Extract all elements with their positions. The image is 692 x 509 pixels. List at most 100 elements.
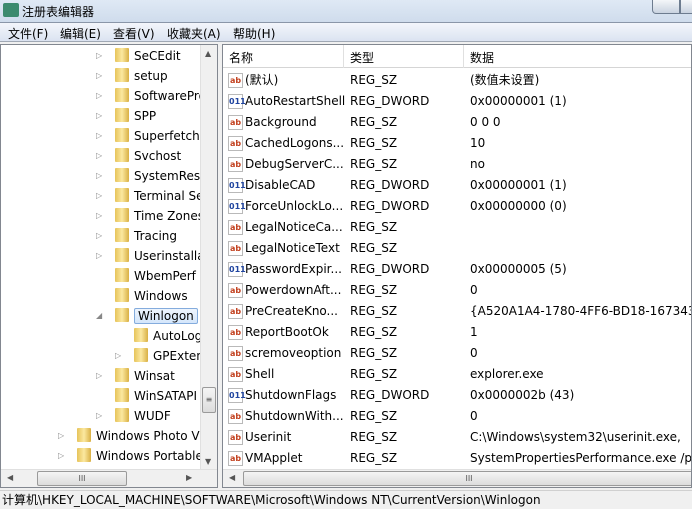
expand-arrow-icon[interactable]: ▷ [96,126,102,146]
tree-node[interactable]: ▷ Windows Portable [58,446,203,466]
value-row[interactable]: ab PowerdownAft... REG_SZ 0 [223,280,691,301]
tree-node[interactable]: WinSATAPI [115,386,197,406]
folder-icon [115,268,129,282]
window-title: 注册表编辑器 [22,5,95,19]
menu-edit[interactable]: 编辑(E) [60,25,101,42]
tree-node[interactable]: ▷ GPExtens [115,346,210,366]
value-row[interactable]: ab CachedLogons... REG_SZ 10 [223,133,691,154]
tree-node[interactable]: ▷ setup [96,66,168,86]
expand-arrow-icon[interactable]: ▷ [96,166,102,186]
list-hscroll-thumb[interactable]: III [243,471,691,486]
tree-hscroll-thumb[interactable]: III [37,471,127,486]
tree-node[interactable]: ▷ WUDF [96,406,171,426]
folder-icon [115,248,129,262]
status-bar-path: 计算机\HKEY_LOCAL_MACHINE\SOFTWARE\Microsof… [0,490,692,509]
tree-node-label: SoftwarePro [134,89,206,103]
dword-value-icon: 011 [228,199,246,214]
value-row[interactable]: ab VMApplet REG_SZ SystemPropertiesPerfo… [223,448,691,469]
string-value-icon: ab [228,157,243,172]
folder-icon [115,188,129,202]
scroll-up-icon[interactable]: ▲ [205,49,211,58]
expand-arrow-icon[interactable]: ▷ [96,406,102,426]
tree-vscroll-thumb[interactable]: ≡ [202,387,216,413]
tree-node[interactable]: ▷ Userinstallal [96,246,208,266]
value-row[interactable]: ab PreCreateKno... REG_SZ {A520A1A4-1780… [223,301,691,322]
value-name: (默认) [245,73,279,87]
expand-arrow-icon[interactable]: ▷ [58,426,64,446]
value-row[interactable]: ab ReportBootOk REG_SZ 1 [223,322,691,343]
tree-horizontal-scrollbar[interactable]: ◀ III ▶ [1,469,217,487]
tree-node[interactable]: ◢ Winlogon [96,306,198,326]
expand-arrow-icon[interactable]: ▷ [96,246,102,266]
tree-node[interactable]: ▷ Tracing [96,226,177,246]
value-row[interactable]: 011 DisableCAD REG_DWORD 0x00000001 (1) [223,175,691,196]
minimize-button[interactable] [652,0,680,14]
expand-arrow-icon[interactable]: ▷ [58,446,64,466]
tree-node[interactable]: ▷ SPP [96,106,156,126]
tree-node-label: Userinstallal [134,249,208,263]
expand-arrow-icon[interactable]: ▷ [96,206,102,226]
column-header-name[interactable]: 名称 [229,49,253,66]
value-type: REG_SZ [350,136,398,150]
expand-arrow-icon[interactable]: ▷ [96,106,102,126]
tree-node[interactable]: ▷ Svchost [96,146,182,166]
tree-node[interactable]: AutoLog [134,326,202,346]
expand-arrow-icon[interactable]: ▷ [115,346,121,366]
menu-file[interactable]: 文件(F) [8,25,48,42]
value-type: REG_SZ [350,241,398,255]
expand-arrow-icon[interactable]: ▷ [96,186,102,206]
menu-view[interactable]: 查看(V) [113,25,155,42]
tree-node[interactable]: ▷ Superfetch [96,126,200,146]
scroll-down-icon[interactable]: ▼ [205,457,211,466]
value-row[interactable]: ab LegalNoticeText REG_SZ [223,238,691,259]
expand-arrow-icon[interactable]: ▷ [96,46,102,66]
value-row[interactable]: ab (默认) REG_SZ (数值未设置) [223,70,691,91]
tree-vertical-scrollbar[interactable]: ▲ ≡ ▼ [200,45,217,470]
string-value-icon: ab [228,367,243,382]
value-row[interactable]: 011 AutoRestartShell REG_DWORD 0x0000000… [223,91,691,112]
tree-node[interactable]: WbemPerf [115,266,196,286]
tree-node-label: Superfetch [134,129,200,143]
tree-node[interactable]: ▷ Terminal Se [96,186,204,206]
value-row[interactable]: ab Shell REG_SZ explorer.exe [223,364,691,385]
value-row[interactable]: ab Background REG_SZ 0 0 0 [223,112,691,133]
expand-arrow-icon[interactable]: ▷ [96,66,102,86]
value-name: PasswordExpir... [245,262,342,276]
tree-node[interactable]: ▷ Time Zones [96,206,204,226]
column-header-type[interactable]: 类型 [350,49,374,66]
value-row[interactable]: ab DebugServerC... REG_SZ no [223,154,691,175]
expand-arrow-icon[interactable]: ▷ [96,86,102,106]
string-value-icon: ab [228,136,243,151]
tree-node[interactable]: ▷ SoftwarePro [96,86,206,106]
maximize-button[interactable] [680,0,692,14]
value-row[interactable]: ab scremoveoption REG_SZ 0 [223,343,691,364]
value-row[interactable]: 011 PasswordExpir... REG_DWORD 0x0000000… [223,259,691,280]
value-data: 0 [470,409,478,423]
value-row[interactable]: 011 ForceUnlockLo... REG_DWORD 0x0000000… [223,196,691,217]
list-horizontal-scrollbar[interactable]: ◀ III [223,469,691,487]
expand-arrow-icon[interactable]: ▷ [96,226,102,246]
value-data: 0 [470,283,478,297]
value-type: REG_SZ [350,157,398,171]
tree-node-label: Svchost [134,149,182,163]
tree-node[interactable]: Windows [115,286,188,306]
scroll-left-icon[interactable]: ◀ [7,473,13,482]
string-value-icon: ab [228,346,243,361]
menu-help[interactable]: 帮助(H) [233,25,275,42]
expand-arrow-icon[interactable]: ▷ [96,366,102,386]
tree-node[interactable]: ▷ SeCEdit [96,46,181,66]
collapse-arrow-icon[interactable]: ◢ [96,306,102,326]
value-row[interactable]: ab ShutdownWith... REG_SZ 0 [223,406,691,427]
value-name: Background [245,115,317,129]
value-row[interactable]: ab Userinit REG_SZ C:\Windows\system32\u… [223,427,691,448]
tree-node[interactable]: ▷ Windows Photo Vi [58,426,203,446]
scroll-right-icon[interactable]: ▶ [186,473,192,482]
tree-node[interactable]: ▷ Winsat [96,366,175,386]
column-header-data[interactable]: 数据 [470,49,494,66]
value-row[interactable]: ab LegalNoticeCa... REG_SZ [223,217,691,238]
expand-arrow-icon[interactable]: ▷ [96,146,102,166]
value-row[interactable]: 011 ShutdownFlags REG_DWORD 0x0000002b (… [223,385,691,406]
scroll-left-icon[interactable]: ◀ [229,473,235,482]
tree-node[interactable]: ▷ SystemResto [96,166,212,186]
menu-favorites[interactable]: 收藏夹(A) [167,25,221,42]
